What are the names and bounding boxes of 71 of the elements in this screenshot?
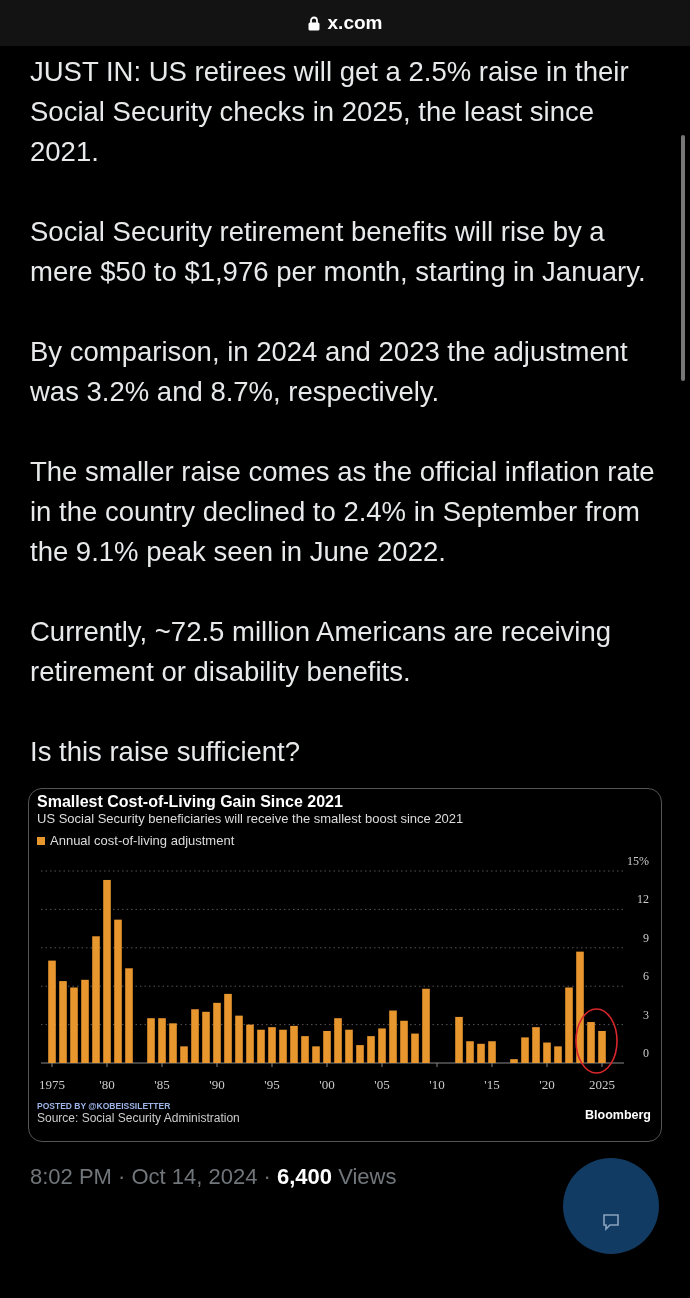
post-paragraph: By comparison, in 2024 and 2023 the adjustment was 3.2% and 8.7%, respectively.	[30, 335, 629, 409]
bar	[510, 1059, 518, 1063]
bar	[246, 1024, 254, 1063]
bar	[400, 1020, 408, 1063]
axis-tick-label: '95	[264, 1077, 280, 1092]
axis-tick-label: 6	[643, 969, 649, 984]
bar	[158, 1018, 166, 1063]
bar	[389, 1010, 397, 1063]
axis-tick-label: 0	[643, 1046, 649, 1060]
bar	[378, 1028, 386, 1063]
chart-subtitle: US Social Security beneficiaries will receive the smallest boost since 2021	[37, 811, 465, 827]
bar	[202, 1011, 210, 1063]
bar	[257, 1029, 265, 1063]
bar	[235, 1015, 243, 1063]
axis-tick-label: '80	[99, 1077, 115, 1092]
bar	[224, 993, 232, 1063]
bar	[488, 1041, 496, 1063]
axis-tick-label: '10	[429, 1077, 445, 1092]
brand-text: Bloomberg	[585, 1107, 651, 1125]
post-meta-text: 8:02 PM · Oct 14, 2024 · 6,400 Views	[29, 1163, 398, 1191]
bar	[268, 1027, 276, 1063]
axis-tick-label: 15%	[627, 854, 649, 868]
bar	[521, 1037, 529, 1063]
bar	[587, 1022, 595, 1063]
chart-title: Smallest Cost-of-Living Gain Since 2021	[37, 793, 344, 811]
bar	[455, 1016, 463, 1063]
bar	[169, 1023, 177, 1063]
post-paragraph: Currently, ~72.5 million Americans are receiving retirement or disability benefits.	[30, 615, 613, 689]
bar	[367, 1036, 375, 1063]
source-text: Source: Social Security Administration	[37, 1111, 240, 1125]
bar	[279, 1029, 287, 1063]
axis-tick-label: 12	[637, 892, 649, 907]
scrollbar[interactable]	[681, 135, 685, 381]
axis-tick-label: 1975	[39, 1077, 65, 1092]
post-paragraph: JUST IN: US retirees will get a 2.5% raise in their Social Security checks in 2025, the least since 2021.	[30, 55, 630, 169]
post-paragraph: Social Security retirement benefits will rise by a mere $50 to $1,976 per month, starting in January.	[30, 215, 647, 289]
lock-icon	[307, 15, 320, 31]
bar	[543, 1042, 551, 1063]
bar	[180, 1046, 188, 1063]
bar	[312, 1046, 320, 1063]
bar	[213, 1002, 221, 1063]
axis-tick-label: 3	[643, 1007, 649, 1022]
bar	[301, 1036, 309, 1063]
bar	[477, 1043, 485, 1063]
bar	[466, 1041, 474, 1063]
axis-tick-label: '85	[154, 1077, 170, 1092]
axis-tick-label: '00	[319, 1077, 335, 1092]
posted-by-text: POSTED BY @KOBEISSILETTER	[37, 1101, 172, 1111]
bar	[411, 1033, 419, 1063]
legend-label: Annual cost-of-living adjustment	[50, 833, 235, 849]
axis-tick-label: '05	[374, 1077, 390, 1092]
bar	[356, 1045, 364, 1063]
post-paragraph: Is this raise sufficient?	[30, 735, 302, 769]
axis-tick-label: '90	[209, 1077, 225, 1092]
chat-icon	[601, 1212, 621, 1232]
highlight-ellipse	[575, 1008, 618, 1074]
bar	[345, 1029, 353, 1063]
bar	[532, 1027, 540, 1063]
post-paragraph: The smaller raise comes as the official inflation rate in the country declined to 2.4% in September from the 9.1% peak seen in June 2022.	[30, 455, 656, 569]
axis-tick-label: 9	[643, 930, 649, 945]
bar	[598, 1031, 606, 1063]
url-text[interactable]: x.com	[327, 8, 383, 38]
axis-tick-label: '20	[539, 1077, 555, 1092]
bar	[290, 1025, 298, 1063]
bar	[191, 1009, 199, 1063]
bar	[554, 1046, 562, 1063]
axis-tick-label: '15	[484, 1077, 500, 1092]
bar	[334, 1018, 342, 1063]
bar	[147, 1018, 155, 1063]
axis-tick-label: 2025	[589, 1077, 615, 1092]
bar	[323, 1031, 331, 1063]
